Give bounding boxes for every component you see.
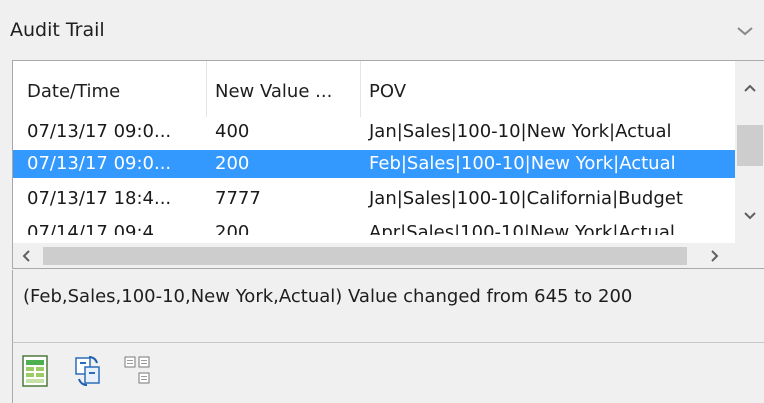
cell-datetime: 07/14/17 09:4... [27,222,172,235]
column-header-new-value[interactable]: New Value ... [215,81,332,102]
horizontal-scroll-thumb[interactable] [43,247,687,265]
column-header-pov[interactable]: POV [369,81,406,102]
cell-pov: Feb|Sales|100-10|New York|Actual [369,153,676,174]
column-divider[interactable] [360,61,361,117]
refresh-link-icon[interactable] [71,353,105,389]
cell-datetime: 07/13/17 09:0... [27,121,172,142]
scroll-right-arrow-icon[interactable] [710,249,720,263]
export-excel-icon[interactable] [19,353,53,389]
cell-new-value: 400 [215,121,250,142]
table-row[interactable]: 07/14/17 09:4... 200 Apr|Sales|100-10|Ne… [13,217,735,235]
column-divider[interactable] [206,61,207,117]
grid-header: Date/Time New Value ... POV [13,61,735,117]
horizontal-scrollbar[interactable] [13,243,735,268]
change-detail-text: (Feb,Sales,100-10,New York,Actual) Value… [23,286,633,307]
change-detail-pane: (Feb,Sales,100-10,New York,Actual) Value… [12,270,764,342]
scroll-left-arrow-icon[interactable] [21,249,31,263]
panel-title: Audit Trail [10,19,105,41]
vertical-scrollbar[interactable] [735,61,764,243]
table-row[interactable]: 07/13/17 09:0... 400 Jan|Sales|100-10|Ne… [13,118,735,146]
vertical-scroll-thumb[interactable] [737,125,763,166]
scroll-up-arrow-icon[interactable] [743,83,757,93]
cell-datetime: 07/13/17 09:0... [27,153,172,174]
table-row-selected[interactable]: 07/13/17 09:0... 200 Feb|Sales|100-10|Ne… [13,150,735,178]
cell-new-value: 200 [215,222,250,235]
cell-pov: Jan|Sales|100-10|New York|Actual [369,121,672,142]
scroll-down-arrow-icon[interactable] [743,211,757,221]
cell-new-value: 200 [215,153,250,174]
cell-pov: Apr|Sales|100-10|New York|Actual [369,222,675,235]
cell-pov: Jan|Sales|100-10|California|Budget [369,188,683,209]
cell-datetime: 07/13/17 18:4... [27,188,172,209]
cell-new-value: 7777 [215,188,261,209]
column-header-datetime[interactable]: Date/Time [27,81,120,102]
table-row[interactable]: 07/13/17 18:4... 7777 Jan|Sales|100-10|C… [13,185,735,213]
copy-cells-icon[interactable] [121,353,155,389]
audit-grid[interactable]: Date/Time New Value ... POV 07/13/17 09:… [12,60,764,269]
panel-header: Audit Trail [0,0,764,56]
scrollbar-corner [735,243,764,268]
audit-toolbar [12,342,764,403]
chevron-down-icon[interactable] [734,22,756,40]
